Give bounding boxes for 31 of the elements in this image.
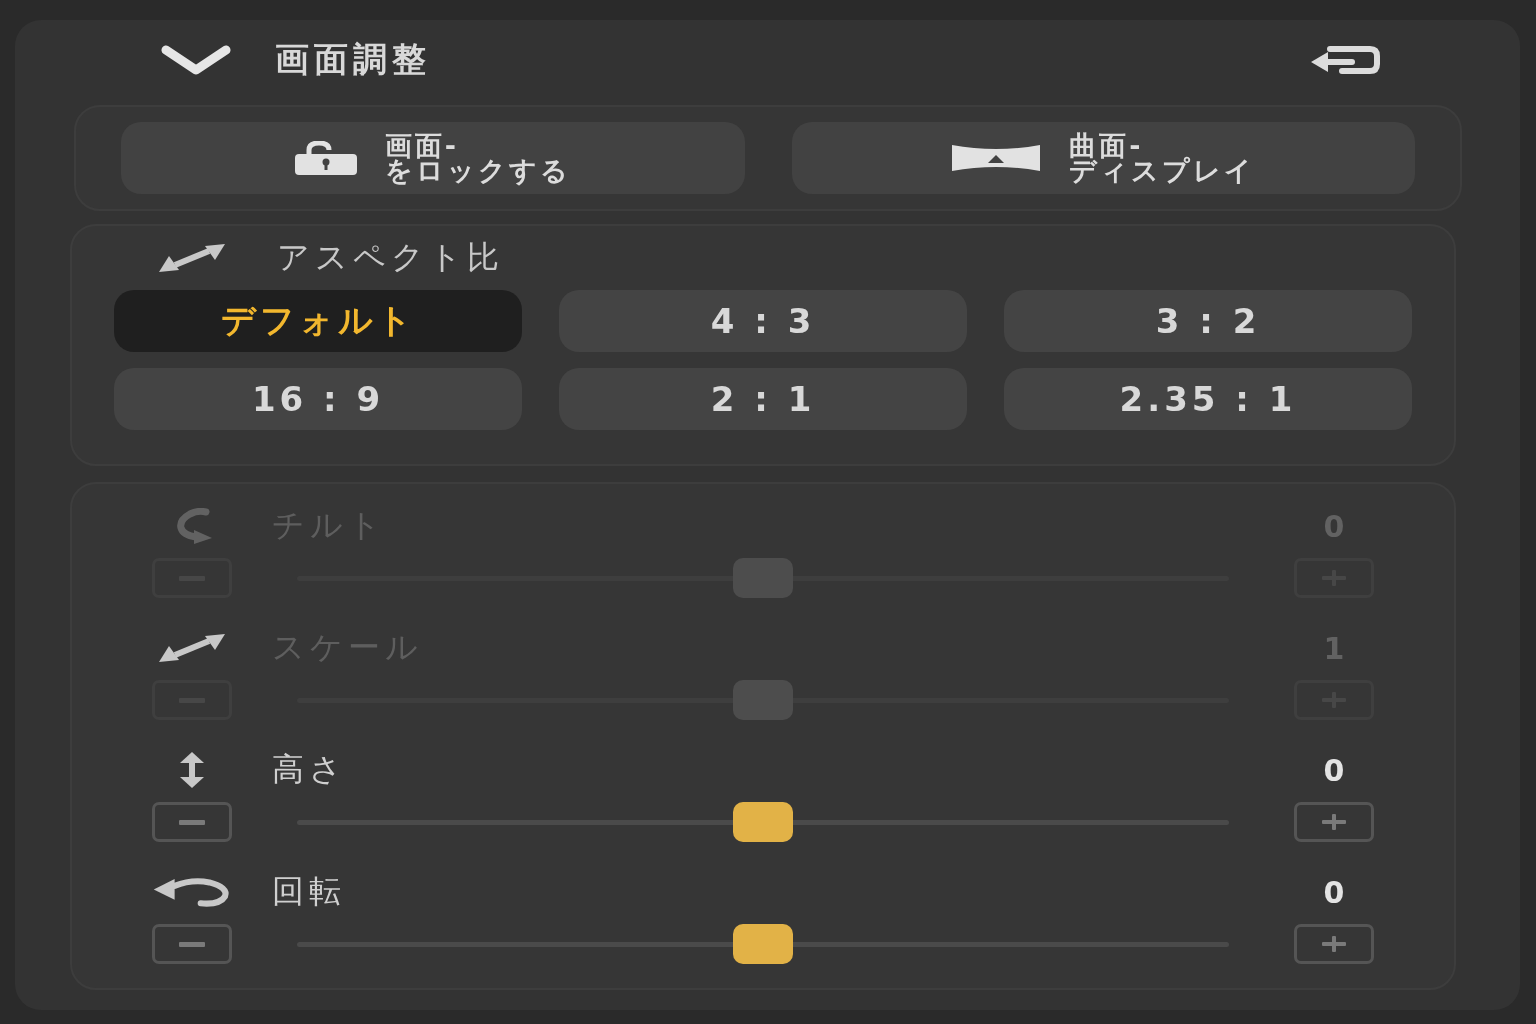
plus-icon [1322,936,1346,952]
counterclockwise-arrow-icon [152,875,232,909]
plus-icon [1322,814,1346,830]
aspect-option[interactable]: 16 : 9 [114,368,522,430]
slider-value: 0 [1322,874,1346,910]
vertical-arrows-icon [179,752,205,788]
slider-thumb[interactable] [733,924,793,964]
minus-icon [179,819,205,825]
aspect-option[interactable]: 2.35 : 1 [1004,368,1412,430]
slider-label: 回転 [272,871,347,912]
increase-button[interactable] [1294,924,1374,964]
curved-screen-icon [951,144,1042,172]
slider-label: 高さ [272,749,348,790]
action-button[interactable]: 曲面- ディスプレイ [791,122,1415,194]
slider-value: 0 [1322,752,1346,788]
section-label: アスペクト比 [277,237,504,278]
decrease-button[interactable] [152,924,232,964]
aspect-option[interactable]: 3 : 2 [1004,290,1412,352]
diagonal-arrows-icon [157,633,227,663]
aspect-option[interactable]: 4 : 3 [559,290,967,352]
padlock-icon [294,141,357,175]
aspect-option[interactable]: デフォルト [114,290,522,352]
chevron-down-icon[interactable] [160,45,232,75]
action-button[interactable]: 画面- をロックする [121,122,745,194]
panel-title: 画面調整 [275,38,432,81]
decrease-button[interactable] [152,802,232,842]
slider-thumb[interactable] [733,802,793,842]
increase-button[interactable] [1294,802,1374,842]
minus-icon [179,941,205,947]
diagonal-arrows-icon [157,243,227,273]
aspect-option[interactable]: 2 : 1 [559,368,967,430]
